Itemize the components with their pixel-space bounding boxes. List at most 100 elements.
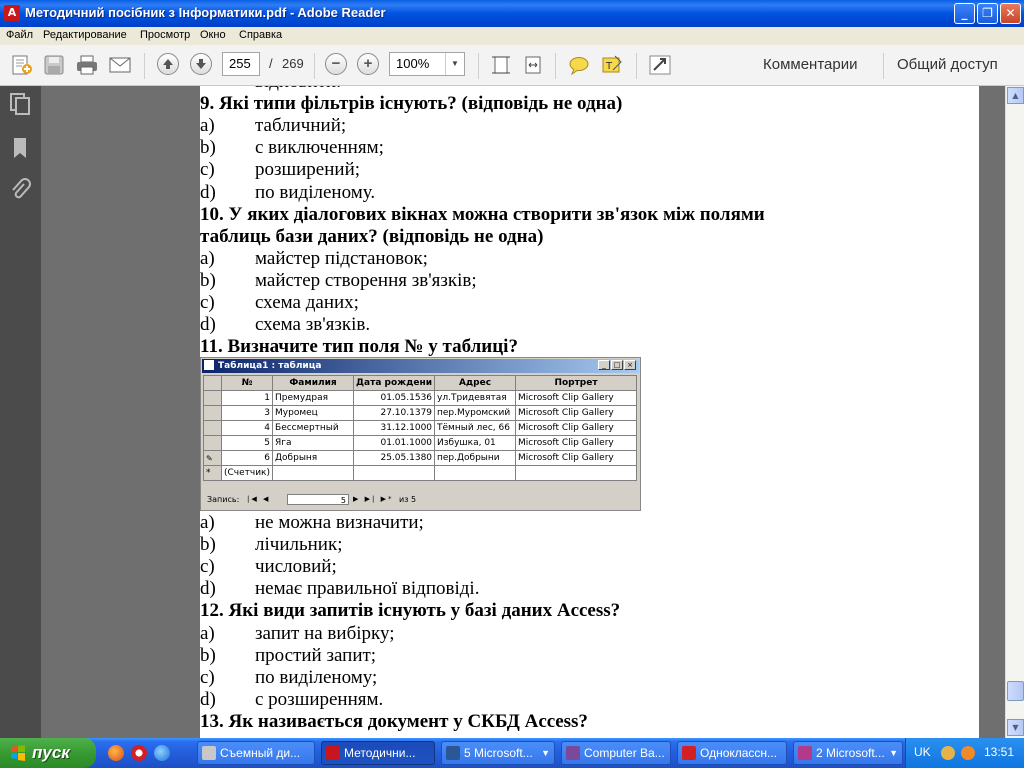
create-pdf-icon[interactable] — [10, 54, 34, 76]
option-letter: d) — [200, 181, 216, 203]
taskbar-button-label: Съемный ди... — [220, 746, 301, 760]
table-cell: Microsoft Clip Gallery — [515, 405, 638, 421]
table-cell: 31.12.1000 — [353, 420, 436, 436]
table-cell: Microsoft Clip Gallery — [515, 420, 638, 436]
column-header: Дата рождени — [353, 375, 436, 391]
close-button[interactable]: ✕ — [1000, 3, 1021, 24]
navigation-panel — [0, 86, 41, 738]
taskbar-button[interactable]: Одноклассн... — [677, 741, 787, 765]
start-button[interactable]: пуск — [0, 738, 96, 768]
page-total: 269 — [282, 56, 304, 71]
option-letter: a) — [200, 622, 215, 644]
menu-view[interactable]: Просмотр — [140, 29, 190, 41]
option-text: лічильник; — [255, 534, 343, 556]
app-icon — [566, 746, 580, 760]
internet-explorer-icon[interactable] — [154, 745, 170, 761]
page-separator: / — [269, 56, 273, 71]
comment-icon[interactable] — [567, 54, 591, 76]
zoom-select[interactable]: 100% ▼ — [389, 52, 465, 76]
tray-app-icon[interactable] — [941, 746, 955, 760]
taskbar-button[interactable]: 2 Microsoft... ▼ — [793, 741, 903, 765]
comments-panel-link[interactable]: Комментарии — [763, 56, 857, 73]
language-indicator[interactable]: UK — [914, 745, 931, 759]
taskbar-button-label: 5 Microsoft... — [464, 746, 533, 760]
previous-page-button[interactable] — [157, 53, 179, 75]
menu-file[interactable]: Файл — [6, 29, 33, 41]
group-chevron-icon: ▼ — [889, 748, 898, 758]
zoom-out-button[interactable]: − — [325, 53, 347, 75]
app-icon — [326, 746, 340, 760]
table-cell: Избушка, 01 — [434, 435, 517, 451]
save-icon[interactable] — [42, 54, 66, 76]
scroll-thumb[interactable] — [1007, 681, 1024, 701]
row-selector — [203, 435, 222, 451]
table-cell: пер.Добрыни — [434, 450, 517, 466]
share-panel-link[interactable]: Общий доступ — [897, 56, 998, 73]
arrow-down-icon — [196, 59, 206, 69]
vertical-scrollbar[interactable]: ▲ ▼ — [1005, 86, 1024, 738]
scroll-up-arrow[interactable]: ▲ — [1007, 87, 1024, 104]
minimize-button[interactable]: _ — [954, 3, 975, 24]
app-icon — [798, 746, 812, 760]
option-letter: b) — [200, 137, 216, 159]
pdf-page: відновити.9. Які типи фільтрів існують? … — [200, 86, 979, 738]
fit-width-icon[interactable] — [521, 54, 545, 76]
app-icon — [202, 746, 216, 760]
taskbar-button-label: 2 Microsoft... — [816, 746, 885, 760]
column-header: Фамилия — [272, 375, 355, 391]
table-cell: Премудрая — [272, 390, 355, 406]
table-cell — [434, 465, 517, 481]
title-bar: A Методичний посібник з Інформатики.pdf … — [0, 0, 1024, 27]
table-row: ✎ 6 Добрыня 25.05.1380 пер.Добрыни Microsoft … — [203, 450, 638, 466]
record-nav-buttons-next: ▶ ▶| ▶* — [353, 495, 394, 503]
print-icon[interactable] — [75, 54, 99, 76]
menu-edit[interactable]: Редактирование — [43, 29, 127, 41]
next-page-button[interactable] — [190, 53, 212, 75]
taskbar-button[interactable]: Съемный ди... — [197, 741, 315, 765]
option-text: табличний; — [255, 115, 347, 137]
attachment-icon[interactable] — [9, 178, 31, 202]
table-row: 5 Яга 01.01.1000 Избушка, 01 Microsoft Clip … — [203, 435, 638, 451]
page-number-input[interactable]: 255 — [222, 52, 260, 76]
question-text: таблиць бази даних? (відповідь не одна) — [200, 225, 544, 247]
firefox-icon[interactable] — [108, 745, 124, 761]
menu-window[interactable]: Окно — [200, 29, 226, 41]
table-cell: 4 — [220, 420, 274, 436]
email-icon[interactable] — [108, 54, 132, 76]
zoom-in-button[interactable]: + — [357, 53, 379, 75]
tray-app-icon-2[interactable] — [961, 746, 975, 760]
option-text: розширений; — [255, 159, 361, 181]
maximize-button[interactable]: ❐ — [977, 3, 998, 24]
taskbar-button[interactable]: Методични... — [321, 741, 435, 765]
option-letter: b) — [200, 269, 216, 291]
option-text: с виключенням; — [255, 137, 384, 159]
record-navigator: Запись: |◀ ◀ 5 ▶ ▶| ▶* из 5 — [203, 492, 640, 508]
option-letter: b) — [200, 534, 216, 556]
table-cell: 01.05.1536 — [353, 390, 436, 406]
menu-help[interactable]: Справка — [239, 29, 282, 41]
page-thumbnails-icon[interactable] — [9, 92, 31, 116]
fit-page-icon[interactable] — [489, 54, 513, 76]
table-cell — [272, 465, 355, 481]
taskbar-button[interactable]: 5 Microsoft... ▼ — [441, 741, 555, 765]
bookmark-icon[interactable] — [9, 136, 31, 160]
highlight-text-icon[interactable]: T — [600, 54, 624, 76]
table-cell: пер.Муромский — [434, 405, 517, 421]
autonumber-placeholder: (Счетчик) — [220, 465, 274, 481]
document-view[interactable]: відновити.9. Які типи фільтрів існують? … — [41, 86, 1005, 738]
table-cell: Бессмертный — [272, 420, 355, 436]
opera-icon[interactable] — [131, 745, 147, 761]
table-cell: Microsoft Clip Gallery — [515, 450, 638, 466]
taskbar-button[interactable]: Computer Ba... — [561, 741, 671, 765]
access-close-icon: × — [624, 360, 636, 370]
svg-text:T: T — [605, 61, 613, 72]
question-text: 9. Які типи фільтрів існують? (відповідь… — [200, 93, 623, 115]
option-letter: c) — [200, 666, 215, 688]
scroll-down-arrow[interactable]: ▼ — [1007, 719, 1024, 736]
toolbar-separator — [478, 53, 479, 79]
expand-icon[interactable] — [648, 54, 672, 76]
column-header: № — [220, 375, 274, 391]
taskbar-button-label: Computer Ba... — [584, 746, 665, 760]
table-row: 4 Бессмертный 31.12.1000 Тёмный лес, 66 Micr… — [203, 420, 638, 436]
chevron-down-icon[interactable]: ▼ — [445, 53, 464, 75]
